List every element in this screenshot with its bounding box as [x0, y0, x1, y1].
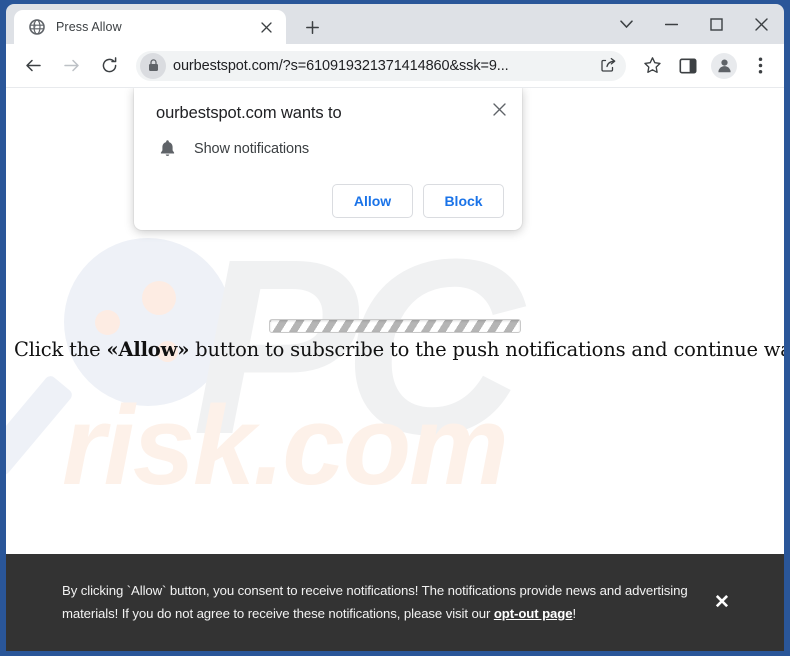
block-button[interactable]: Block	[423, 184, 504, 218]
consent-line-1: By clicking `Allow` button, you consent …	[62, 582, 622, 598]
side-panel-icon[interactable]	[672, 50, 704, 82]
tab-strip: Press Allow	[6, 4, 784, 44]
tab-title: Press Allow	[56, 20, 122, 34]
back-arrow-icon[interactable]	[18, 51, 48, 81]
star-icon[interactable]	[636, 50, 668, 82]
decorative-dot	[142, 281, 176, 315]
domain-watermark: risk.com	[62, 383, 509, 508]
chevron-down-icon[interactable]	[604, 7, 649, 41]
overflow-menu-icon[interactable]	[744, 50, 776, 82]
headline-emphasis: «Allow»	[106, 338, 190, 361]
progress-bar-wrapper	[6, 319, 784, 333]
close-icon[interactable]	[739, 7, 784, 41]
url-text: ourbestspot.com/?s=610919321371414860&ss…	[173, 57, 509, 74]
maximize-icon[interactable]	[694, 7, 739, 41]
share-icon[interactable]	[594, 52, 622, 80]
dialog-actions: Allow Block	[156, 184, 504, 218]
permission-row: Show notifications	[156, 139, 504, 158]
profile-avatar[interactable]	[708, 50, 740, 82]
globe-icon	[28, 19, 45, 36]
allow-button[interactable]: Allow	[332, 184, 413, 218]
browser-toolbar: ourbestspot.com/?s=610919321371414860&ss…	[6, 44, 784, 88]
tab-close-icon[interactable]	[256, 17, 276, 37]
dialog-title: ourbestspot.com wants to	[156, 104, 342, 122]
consent-line-2-after: !	[572, 605, 577, 621]
bell-icon	[156, 139, 178, 158]
consent-banner: By clicking `Allow` button, you consent …	[6, 554, 784, 651]
opt-out-link[interactable]: opt-out page	[494, 606, 573, 621]
dialog-close-icon[interactable]	[486, 96, 512, 122]
forward-arrow-icon	[56, 51, 86, 81]
headline-suffix: button to subscribe to the push notifica…	[195, 338, 784, 361]
consent-text: By clicking `Allow` button, you consent …	[62, 580, 702, 625]
browser-window-frame: Press Allow ourbestspot.com/?s=610919321…	[0, 0, 790, 656]
reload-icon[interactable]	[94, 51, 124, 81]
new-tab-button[interactable]	[298, 13, 326, 41]
consent-close-button[interactable]: ✕	[702, 583, 742, 623]
lock-icon[interactable]	[140, 52, 166, 79]
page-headline: Click the «Allow» button to subscribe to…	[6, 338, 784, 361]
permission-label: Show notifications	[194, 140, 310, 157]
notification-permission-dialog: ourbestspot.com wants to Show notificati…	[134, 88, 522, 230]
page-viewport: PC risk.com Click the «Allow» button to …	[6, 88, 784, 651]
loading-progress-bar	[269, 319, 521, 333]
browser-chrome: Press Allow ourbestspot.com/?s=610919321…	[6, 4, 784, 651]
headline-prefix: Click the	[14, 338, 107, 361]
browser-tab[interactable]: Press Allow	[14, 10, 286, 44]
address-bar[interactable]: ourbestspot.com/?s=610919321371414860&ss…	[136, 50, 626, 81]
minimize-icon[interactable]	[649, 7, 694, 41]
window-controls	[604, 4, 784, 44]
